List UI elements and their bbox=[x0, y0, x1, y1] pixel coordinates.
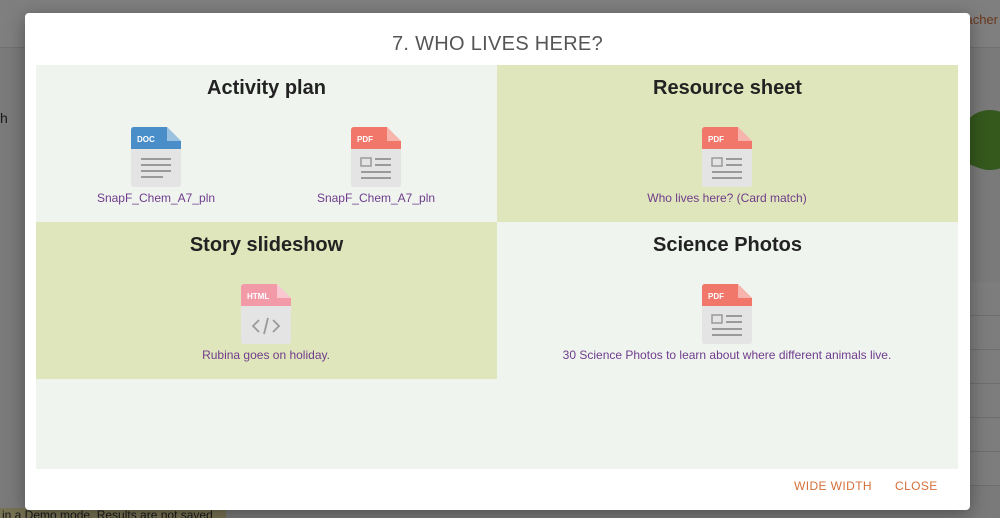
svg-text:HTML: HTML bbox=[247, 292, 269, 301]
section-resource-sheet: Resource sheet PDF Who lives here? (Card… bbox=[497, 65, 958, 222]
resource-link[interactable]: 30 Science Photos to learn about where d… bbox=[527, 348, 927, 362]
svg-text:PDF: PDF bbox=[708, 292, 724, 301]
resource-item[interactable]: PDF Who lives here? (Card match) bbox=[527, 127, 927, 205]
svg-text:PDF: PDF bbox=[357, 135, 373, 144]
doc-file-icon: DOC bbox=[131, 127, 181, 187]
resources-modal: 7. WHO LIVES HERE? Activity plan DOC Sna… bbox=[25, 13, 970, 510]
resource-link[interactable]: Who lives here? (Card match) bbox=[527, 191, 927, 205]
pdf-file-icon: PDF bbox=[702, 284, 752, 344]
close-button[interactable]: CLOSE bbox=[895, 479, 938, 493]
html-file-icon: HTML bbox=[241, 284, 291, 344]
section-story-slideshow: Story slideshow HTML Rubina goes on holi… bbox=[36, 222, 497, 379]
resource-item[interactable]: PDF 30 Science Photos to learn about whe… bbox=[527, 284, 927, 362]
modal-title: 7. WHO LIVES HERE? bbox=[391, 33, 603, 55]
resource-link[interactable]: Rubina goes on holiday. bbox=[66, 348, 466, 362]
section-title: Resource sheet bbox=[653, 77, 802, 99]
section-title: Story slideshow bbox=[189, 234, 344, 256]
svg-text:PDF: PDF bbox=[708, 135, 724, 144]
svg-text:DOC: DOC bbox=[137, 135, 155, 144]
resource-item[interactable]: HTML Rubina goes on holiday. bbox=[66, 284, 466, 362]
section-activity-plan: Activity plan DOC SnapF_Chem_A7_pln PDF … bbox=[36, 65, 497, 222]
pdf-file-icon: PDF bbox=[702, 127, 752, 187]
section-title: Science Photos bbox=[653, 234, 802, 256]
resource-grid: Activity plan DOC SnapF_Chem_A7_pln PDF … bbox=[36, 65, 958, 469]
pdf-file-icon: PDF bbox=[351, 127, 401, 187]
wide-width-button[interactable]: WIDE WIDTH bbox=[794, 479, 872, 493]
section-title: Activity plan bbox=[207, 77, 326, 99]
section-science-photos: Science Photos PDF 30 Science Photos to … bbox=[497, 222, 958, 379]
